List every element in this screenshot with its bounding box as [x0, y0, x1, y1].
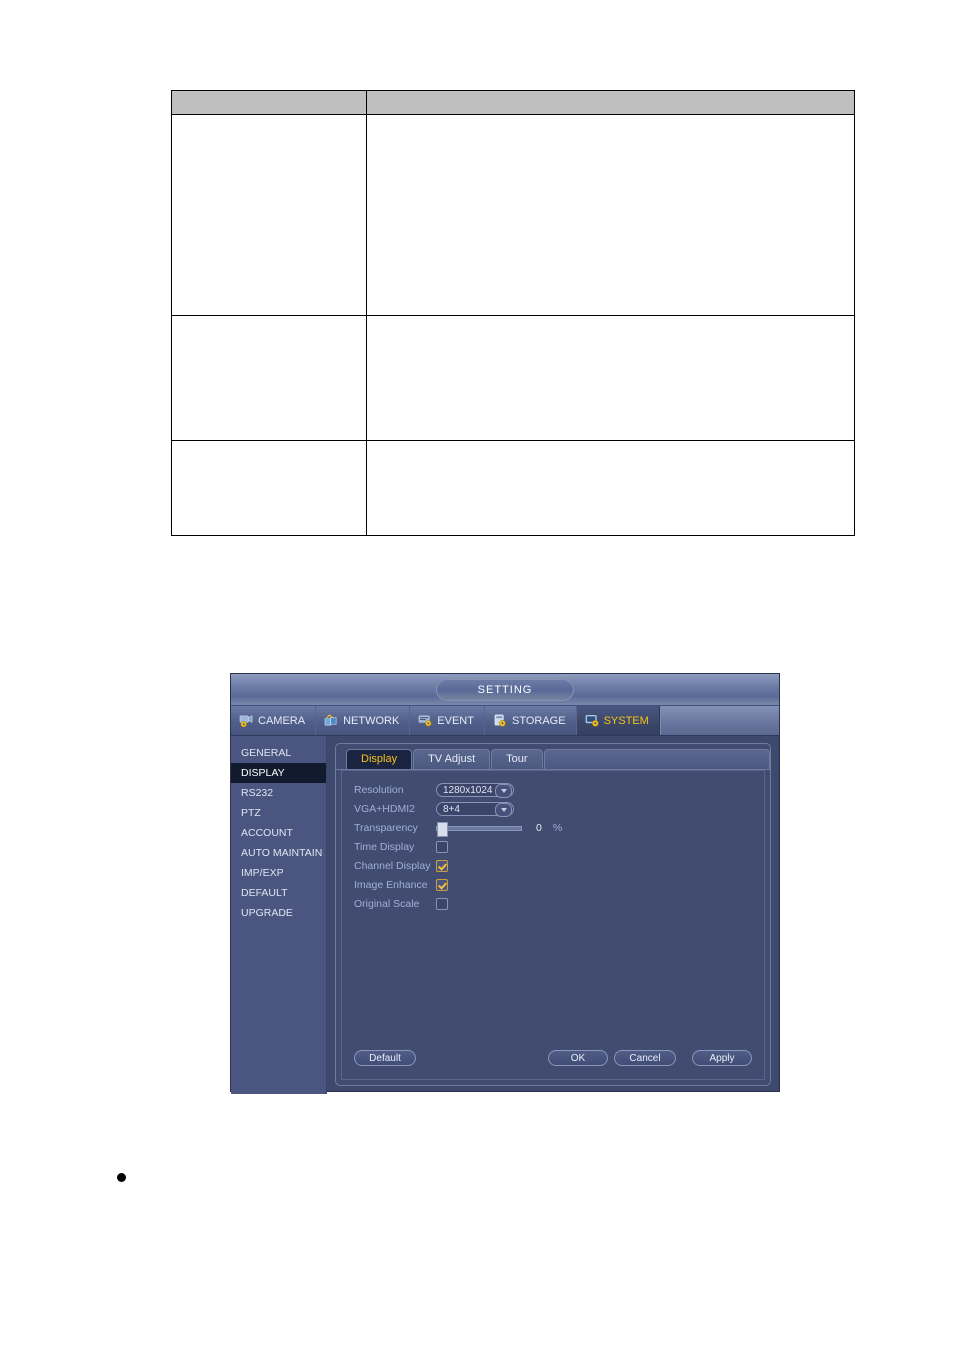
- action-button-row: Default OK Cancel Apply: [354, 1050, 752, 1067]
- tab-tv-adjust[interactable]: TV Adjust: [413, 749, 491, 769]
- table-header-row: [171, 90, 855, 115]
- time-display-label: Time Display: [354, 841, 415, 853]
- bullet-marker: [117, 1173, 126, 1182]
- transparency-slider-wrap: 0 %: [436, 821, 563, 837]
- chevron-down-icon[interactable]: [495, 784, 512, 798]
- sidebar-item-general[interactable]: GENERAL: [231, 743, 326, 763]
- sidebar-item-upgrade[interactable]: UPGRADE: [231, 903, 326, 923]
- settings-sidebar: GENERAL DISPLAY RS232 PTZ ACCOUNT AUTO M…: [231, 736, 327, 1094]
- sidebar-item-display[interactable]: DISPLAY: [231, 763, 326, 783]
- tab-system-label: SYSTEM: [603, 714, 649, 727]
- image-enhance-label: Image Enhance: [354, 879, 428, 891]
- sidebar-item-imp-exp[interactable]: IMP/EXP: [231, 863, 326, 883]
- tab-storage[interactable]: STORAGE: [484, 706, 577, 735]
- channel-display-checkbox[interactable]: [436, 860, 448, 872]
- subtab-filler: [543, 749, 770, 769]
- tab-storage-label: STORAGE: [511, 714, 566, 727]
- original-scale-row: Original Scale: [354, 895, 754, 913]
- page-title: SETTING: [436, 679, 574, 701]
- transparency-value: 0: [536, 822, 542, 834]
- table-cell: [171, 440, 367, 536]
- setting-dialog: SETTING CAMERA NETWORK EVENT STORAGE SYS…: [230, 673, 780, 1094]
- camera-icon: [239, 715, 253, 727]
- time-display-row: Time Display: [354, 838, 754, 856]
- main-menu-tabbar: CAMERA NETWORK EVENT STORAGE SYSTEM: [231, 706, 779, 736]
- table-cell-text: [367, 115, 854, 119]
- table-header-cell-1: [171, 90, 367, 115]
- cancel-button[interactable]: Cancel: [614, 1050, 676, 1066]
- resolution-value: 1280x1024: [443, 785, 493, 796]
- dialog-body: GENERAL DISPLAY RS232 PTZ ACCOUNT AUTO M…: [231, 736, 779, 1094]
- table-header-text-2: [367, 91, 854, 95]
- table-row: [171, 440, 855, 536]
- table-cell: [366, 315, 855, 441]
- image-enhance-row: Image Enhance: [354, 876, 754, 894]
- display-subtabs: Display TV Adjust Tour: [336, 749, 770, 770]
- display-form-container: Resolution 1280x1024 VGA+HDMI2 8+4 Trans…: [341, 770, 765, 1080]
- time-display-checkbox[interactable]: [436, 841, 448, 853]
- resolution-row: Resolution 1280x1024: [354, 781, 754, 799]
- tab-network[interactable]: NETWORK: [316, 706, 411, 735]
- channel-display-row: Channel Display: [354, 857, 754, 875]
- table-cell: [366, 440, 855, 536]
- table-row: [171, 114, 855, 316]
- table-cell: [366, 114, 855, 316]
- transparency-slider[interactable]: [436, 821, 522, 837]
- tab-camera-label: CAMERA: [258, 714, 306, 727]
- table-header-cell-2: [366, 90, 855, 115]
- table-cell: [171, 114, 367, 316]
- transparency-row: Transparency 0 %: [354, 819, 754, 837]
- resolution-select[interactable]: 1280x1024: [436, 783, 514, 798]
- table-cell: [171, 315, 367, 441]
- sidebar-item-auto-maintain[interactable]: AUTO MAINTAIN: [231, 843, 326, 863]
- tab-system[interactable]: SYSTEM: [576, 706, 660, 735]
- event-icon: [419, 715, 432, 727]
- tab-event-label: EVENT: [437, 714, 474, 727]
- tab-network-label: NETWORK: [343, 714, 400, 727]
- vga-hdmi2-value: 8+4: [443, 804, 460, 815]
- resolution-label: Resolution: [354, 784, 404, 796]
- system-icon: [585, 715, 599, 727]
- chevron-down-icon[interactable]: [495, 803, 512, 817]
- vga-hdmi2-label: VGA+HDMI2: [354, 803, 415, 815]
- specification-table: [171, 90, 855, 536]
- image-enhance-checkbox[interactable]: [436, 879, 448, 891]
- table-row: [171, 315, 855, 441]
- sidebar-item-account[interactable]: ACCOUNT: [231, 823, 326, 843]
- tabbar-filler: [659, 706, 779, 735]
- tab-display[interactable]: Display: [346, 749, 413, 769]
- table-cell-text: [172, 441, 366, 445]
- sidebar-item-ptz[interactable]: PTZ: [231, 803, 326, 823]
- table-cell-text: [172, 316, 366, 320]
- transparency-label: Transparency: [354, 822, 418, 834]
- display-panel: Display TV Adjust Tour Resolution 1280x1…: [335, 743, 771, 1086]
- transparency-slider-thumb[interactable]: [437, 821, 448, 837]
- tab-camera[interactable]: CAMERA: [231, 706, 317, 735]
- default-button[interactable]: Default: [354, 1050, 416, 1066]
- tab-tour[interactable]: Tour: [491, 749, 543, 769]
- network-icon: [324, 714, 337, 726]
- sidebar-item-default[interactable]: DEFAULT: [231, 883, 326, 903]
- table-header-text-1: [172, 91, 366, 95]
- display-form: Resolution 1280x1024 VGA+HDMI2 8+4 Trans…: [354, 781, 754, 914]
- vga-hdmi2-row: VGA+HDMI2 8+4: [354, 800, 754, 818]
- sidebar-item-rs232[interactable]: RS232: [231, 783, 326, 803]
- storage-icon: [494, 714, 506, 727]
- table-cell-text: [367, 441, 854, 445]
- ok-button[interactable]: OK: [548, 1050, 608, 1066]
- channel-display-label: Channel Display: [354, 860, 431, 872]
- apply-button[interactable]: Apply: [692, 1050, 752, 1066]
- dialog-title-bar: SETTING: [231, 674, 779, 706]
- transparency-unit: %: [552, 822, 563, 834]
- vga-hdmi2-select[interactable]: 8+4: [436, 802, 514, 817]
- settings-content: Display TV Adjust Tour Resolution 1280x1…: [327, 736, 779, 1094]
- original-scale-checkbox[interactable]: [436, 898, 448, 910]
- tab-event[interactable]: EVENT: [410, 706, 485, 735]
- table-cell-text: [172, 115, 366, 119]
- original-scale-label: Original Scale: [354, 898, 420, 910]
- table-cell-text: [367, 316, 854, 320]
